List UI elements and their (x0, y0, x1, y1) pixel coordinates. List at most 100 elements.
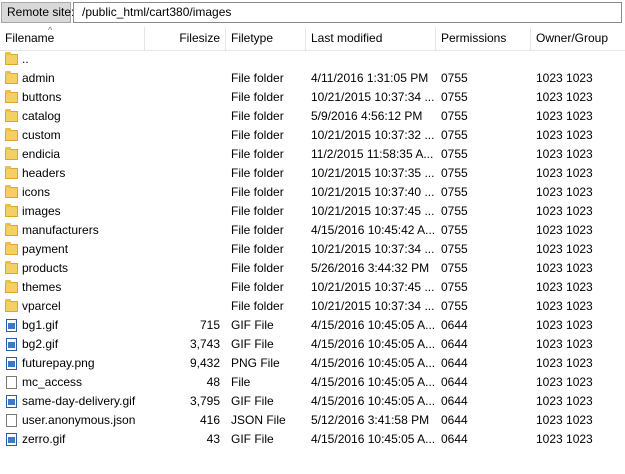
file-row[interactable]: .. (0, 50, 625, 69)
file-name: same-day-delivery.gif (22, 394, 136, 408)
file-type: GIF File (231, 394, 274, 408)
file-last-modified: 10/21/2015 10:37:32 ... (311, 128, 435, 142)
column-header-filetype-label: Filetype (231, 31, 274, 45)
file-row[interactable]: admin File folder 4/11/2016 1:31:05 PM 0755… (0, 69, 625, 88)
file-type: File folder (231, 185, 284, 199)
sort-ascending-icon: ^ (48, 25, 53, 35)
file-icon (6, 414, 17, 427)
folder-icon (5, 261, 18, 274)
file-last-modified: 10/21/2015 10:37:45 ... (311, 280, 435, 294)
file-name: endicia (22, 147, 61, 161)
file-row[interactable]: same-day-delivery.gif 3,795 GIF File 4/15/2… (0, 392, 625, 411)
file-last-modified: 5/9/2016 4:56:12 PM (311, 109, 423, 123)
file-row[interactable]: futurepay.png 9,432 PNG File 4/15/2016 10:4… (0, 354, 625, 373)
file-row[interactable]: icons File folder 10/21/2015 10:37:40 ... 0… (0, 183, 625, 202)
folder-icon (5, 147, 18, 160)
file-type (231, 50, 306, 69)
column-header-filename[interactable]: ^ Filename (0, 25, 145, 50)
file-size (145, 278, 220, 297)
file-type: GIF File (231, 432, 274, 446)
file-row[interactable]: user.anonymous.json 416 JSON File 5/12/2016… (0, 411, 625, 430)
file-permissions: 0755 (441, 147, 468, 161)
column-header-permissions[interactable]: Permissions (436, 27, 531, 50)
file-owner-group: 1023 1023 (536, 280, 593, 294)
file-last-modified: 11/2/2015 11:58:35 A... (311, 147, 434, 161)
image-file-icon (6, 338, 17, 351)
column-header-filesize-label: Filesize (179, 31, 220, 45)
file-list: .. admin File folder 4/11/2016 1:31:05 PM 07… (0, 50, 625, 449)
file-row[interactable]: products File folder 5/26/2016 3:44:32 PM 0… (0, 259, 625, 278)
file-permissions: 0755 (441, 223, 468, 237)
file-type: GIF File (231, 318, 274, 332)
file-row[interactable]: vparcel File folder 10/21/2015 10:37:34 ..… (0, 297, 625, 316)
image-file-icon (6, 433, 17, 446)
file-row[interactable]: mc_access 48 File 4/15/2016 10:45:05 A... 06… (0, 373, 625, 392)
file-permissions: 0755 (441, 71, 468, 85)
file-name: admin (22, 71, 55, 85)
folder-icon (5, 109, 18, 122)
folder-icon (5, 52, 18, 65)
file-row[interactable]: buttons File folder 10/21/2015 10:37:34 ..… (0, 88, 625, 107)
remote-path-input[interactable]: /public_html/cart380/images (73, 2, 622, 23)
image-file-icon (6, 395, 17, 408)
file-row[interactable]: themes File folder 10/21/2015 10:37:45 ...… (0, 278, 625, 297)
file-owner-group (536, 50, 624, 69)
column-header-filetype[interactable]: Filetype (226, 27, 306, 50)
file-name: vparcel (22, 299, 61, 313)
file-owner-group: 1023 1023 (536, 242, 593, 256)
file-permissions: 0755 (441, 242, 468, 256)
file-type: File folder (231, 147, 284, 161)
file-row[interactable]: manufacturers File folder 4/15/2016 10:45:… (0, 221, 625, 240)
file-last-modified: 5/26/2016 3:44:32 PM (311, 261, 430, 275)
file-name: themes (22, 280, 62, 294)
file-row[interactable]: catalog File folder 5/9/2016 4:56:12 PM 075… (0, 107, 625, 126)
remote-site-label: Remote site: (1, 2, 74, 23)
file-owner-group: 1023 1023 (536, 261, 593, 275)
file-size (145, 88, 220, 107)
file-last-modified: 10/21/2015 10:37:40 ... (311, 185, 435, 199)
file-row[interactable]: endicia File folder 11/2/2015 11:58:35 A..… (0, 145, 625, 164)
file-row[interactable]: zerro.gif 43 GIF File 4/15/2016 10:45:05 A.… (0, 430, 625, 449)
file-permissions: 0755 (441, 204, 468, 218)
file-permissions: 0755 (441, 185, 468, 199)
file-permissions: 0644 (441, 337, 468, 351)
column-header-last-modified[interactable]: Last modified (306, 27, 436, 50)
file-permissions: 0644 (441, 394, 468, 408)
file-size: 48 (206, 375, 220, 389)
file-row[interactable]: headers File folder 10/21/2015 10:37:35 ..… (0, 164, 625, 183)
file-type: File folder (231, 204, 284, 218)
folder-icon (5, 128, 18, 141)
file-owner-group: 1023 1023 (536, 299, 593, 313)
file-row[interactable]: payment File folder 10/21/2015 10:37:34 ..… (0, 240, 625, 259)
file-last-modified: 4/15/2016 10:45:42 A... (311, 223, 436, 237)
file-icon (6, 376, 17, 389)
file-row[interactable]: images File folder 10/21/2015 10:37:45 ...… (0, 202, 625, 221)
file-size (145, 107, 220, 126)
file-owner-group: 1023 1023 (536, 413, 593, 427)
image-file-icon (6, 319, 17, 332)
file-last-modified: 4/15/2016 10:45:05 A... (311, 394, 436, 408)
column-header-filename-label: Filename (5, 31, 55, 45)
file-name: payment (22, 242, 69, 256)
file-type: File folder (231, 71, 284, 85)
file-size (145, 240, 220, 259)
folder-icon (5, 223, 18, 236)
file-size (145, 126, 220, 145)
folder-icon (5, 185, 18, 198)
file-size (145, 259, 220, 278)
file-owner-group: 1023 1023 (536, 71, 593, 85)
file-last-modified: 4/15/2016 10:45:05 A... (311, 375, 436, 389)
column-header-filesize[interactable]: Filesize (145, 27, 226, 50)
column-header-permissions-label: Permissions (441, 31, 507, 45)
file-owner-group: 1023 1023 (536, 109, 593, 123)
file-owner-group: 1023 1023 (536, 185, 593, 199)
file-name: images (22, 204, 61, 218)
file-row[interactable]: bg1.gif 715 GIF File 4/15/2016 10:45:05 A..… (0, 316, 625, 335)
file-name: icons (22, 185, 51, 199)
file-name: zerro.gif (22, 432, 66, 446)
file-row[interactable]: bg2.gif 3,743 GIF File 4/15/2016 10:45:05 A… (0, 335, 625, 354)
file-list-header: ^ Filename Filesize Filetype Last modifi… (0, 25, 625, 51)
file-row[interactable]: custom File folder 10/21/2015 10:37:32 ...… (0, 126, 625, 145)
column-header-owner-group[interactable]: Owner/Group (531, 27, 625, 50)
file-name: manufacturers (22, 223, 99, 237)
